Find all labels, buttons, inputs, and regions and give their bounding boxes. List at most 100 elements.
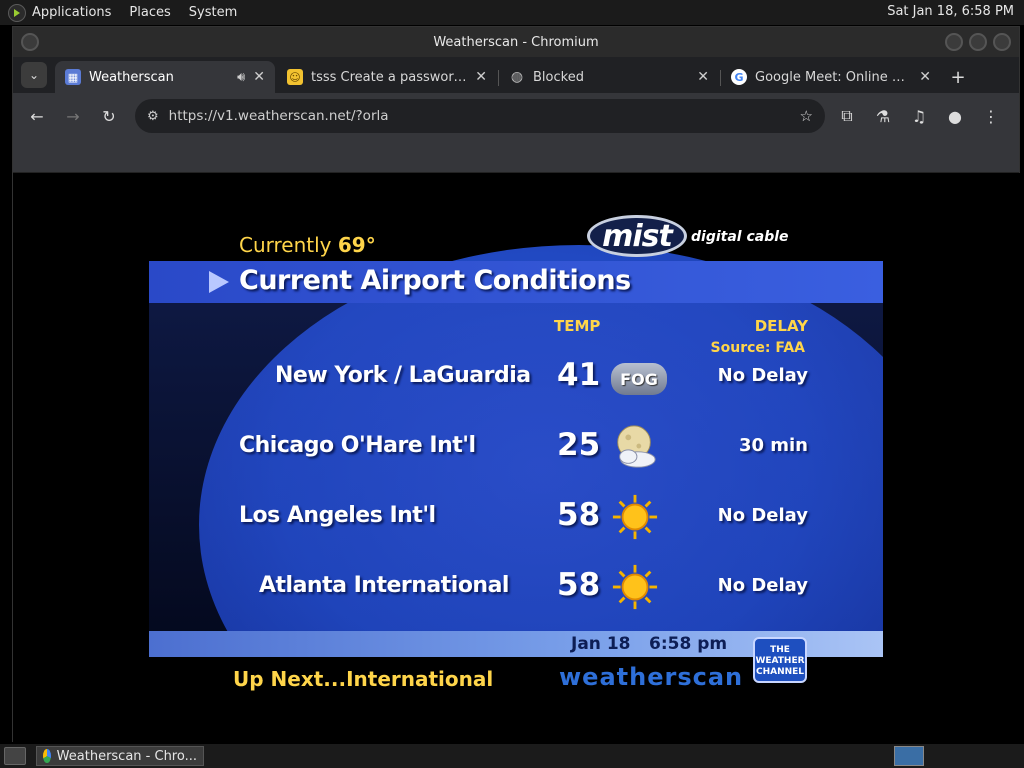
weatherscan-brand: weatherscan bbox=[559, 663, 744, 691]
play-arrow-icon bbox=[209, 271, 229, 293]
speaker-icon[interactable]: 🔊︎ bbox=[237, 70, 245, 85]
browser-window: Weatherscan - Chromium ⌄ ▦ Weatherscan 🔊… bbox=[12, 26, 1021, 743]
window-menu-button[interactable] bbox=[21, 33, 39, 51]
extensions-button[interactable]: ⧉ bbox=[831, 100, 863, 132]
panel-clock[interactable]: Sat Jan 18, 6:58 PM bbox=[887, 4, 1014, 19]
airport-row: Los Angeles Int'l 58 No Delay bbox=[149, 493, 883, 543]
show-desktop-button[interactable] bbox=[4, 747, 26, 765]
reload-icon: ↻ bbox=[102, 106, 116, 126]
up-next-label: Up Next...International bbox=[233, 667, 494, 691]
currently-value: 69° bbox=[337, 233, 376, 257]
mist-logo-text: mist bbox=[602, 218, 673, 254]
airport-row: New York / LaGuardia 41 FOG No Delay bbox=[149, 353, 883, 403]
site-settings-icon[interactable]: ⚙︎ bbox=[147, 109, 159, 124]
delay-header: DELAY bbox=[754, 317, 808, 335]
maximize-button[interactable] bbox=[969, 33, 987, 51]
tab-google-meet[interactable]: G Google Meet: Online Web ✕ bbox=[721, 61, 941, 93]
bottom-taskbar: Weatherscan - Chro... bbox=[0, 744, 1024, 768]
airport-row: Atlanta International 58 No Delay bbox=[149, 563, 883, 613]
weather-channel-logo: THE WEATHER CHANNEL bbox=[753, 637, 807, 683]
media-controls-button[interactable]: ♫ bbox=[903, 100, 935, 132]
close-tab-icon[interactable]: ✕ bbox=[253, 69, 265, 85]
tab-create-password[interactable]: ☺ tsss Create a password-p ✕ bbox=[277, 61, 499, 93]
menu-places[interactable]: Places bbox=[129, 5, 170, 20]
bookmark-star-icon[interactable]: ☆ bbox=[800, 107, 813, 125]
temp-header: TEMP bbox=[554, 317, 601, 335]
kebab-menu-icon: ⋮ bbox=[983, 106, 999, 126]
globe-icon: ◍ bbox=[510, 69, 524, 85]
mist-logo: mist bbox=[587, 215, 687, 257]
emoji-favicon-icon: ☺ bbox=[287, 69, 303, 85]
close-window-button[interactable] bbox=[993, 33, 1011, 51]
workspace-switcher[interactable] bbox=[894, 746, 924, 766]
top-panel: Applications Places System Sat Jan 18, 6… bbox=[0, 0, 1024, 25]
reload-button[interactable]: ↻ bbox=[93, 100, 125, 132]
airport-temp: 25 bbox=[557, 427, 601, 463]
fog-icon: FOG bbox=[611, 353, 667, 403]
sponsor-tagline: digital cable bbox=[691, 229, 789, 245]
airport-row: Chicago O'Hare Int'l 25 30 min bbox=[149, 423, 883, 473]
tab-search-button[interactable]: ⌄ bbox=[21, 62, 47, 88]
tab-title: Google Meet: Online Web bbox=[755, 69, 912, 85]
menu-system[interactable]: System bbox=[189, 5, 237, 20]
airport-delay: No Delay bbox=[717, 505, 808, 526]
airport-name: Atlanta International bbox=[259, 573, 509, 598]
close-tab-icon[interactable]: ✕ bbox=[475, 69, 487, 85]
window-title: Weatherscan - Chromium bbox=[433, 34, 599, 50]
airport-name: Chicago O'Hare Int'l bbox=[239, 433, 476, 458]
tab-strip: ⌄ ▦ Weatherscan 🔊︎ ✕ ☺ tsss Create a pas… bbox=[13, 57, 1019, 93]
media-queue-icon: ♫ bbox=[911, 106, 927, 126]
page-viewport[interactable]: Currently 69° mist digital cable Current… bbox=[13, 173, 1021, 743]
back-button[interactable]: ← bbox=[21, 100, 53, 132]
chevron-down-icon: ⌄ bbox=[28, 68, 40, 82]
weatherscan-favicon-icon: ▦ bbox=[65, 69, 81, 85]
airport-temp: 58 bbox=[557, 567, 601, 603]
close-tab-icon[interactable]: ✕ bbox=[919, 69, 931, 85]
sun-icon bbox=[611, 563, 661, 613]
airport-delay: 30 min bbox=[738, 435, 808, 456]
moon-cloud-icon bbox=[611, 423, 661, 473]
airport-name: New York / LaGuardia bbox=[275, 363, 531, 388]
url-text[interactable]: https://v1.weatherscan.net/?orla bbox=[169, 108, 800, 124]
taskbar-window-button[interactable]: Weatherscan - Chro... bbox=[36, 746, 204, 766]
browser-toolbar: ← → ↻ ⚙︎ https://v1.weatherscan.net/?orl… bbox=[13, 93, 1019, 139]
minimize-button[interactable] bbox=[945, 33, 963, 51]
airport-delay: No Delay bbox=[717, 575, 808, 596]
fog-label: FOG bbox=[611, 363, 667, 395]
arrow-left-icon: ← bbox=[30, 106, 44, 126]
toolbar-spacer bbox=[13, 139, 1019, 173]
new-tab-button[interactable]: + bbox=[943, 61, 973, 93]
airport-temp: 41 bbox=[557, 357, 601, 393]
taskbar-window-label: Weatherscan - Chro... bbox=[56, 748, 197, 764]
sun-icon bbox=[611, 493, 661, 543]
plus-icon: + bbox=[950, 66, 966, 88]
tab-title: Weatherscan bbox=[89, 69, 174, 85]
menu-applications[interactable]: Applications bbox=[32, 5, 111, 20]
google-favicon-icon: G bbox=[731, 69, 747, 85]
menu-button[interactable]: ⋮ bbox=[975, 100, 1007, 132]
table-header: TEMP DELAY bbox=[149, 317, 883, 335]
window-titlebar[interactable]: Weatherscan - Chromium bbox=[13, 27, 1019, 57]
currently-label: Currently bbox=[239, 233, 332, 257]
address-bar[interactable]: ⚙︎ https://v1.weatherscan.net/?orla ☆ bbox=[135, 99, 825, 133]
tab-title: Blocked bbox=[533, 69, 584, 85]
forward-button[interactable]: → bbox=[57, 100, 89, 132]
tab-weatherscan[interactable]: ▦ Weatherscan 🔊︎ ✕ bbox=[55, 61, 275, 93]
airport-temp: 58 bbox=[557, 497, 601, 533]
ws-time: 6:58 pm bbox=[649, 634, 728, 654]
flask-icon: ⚗︎ bbox=[875, 106, 891, 126]
weatherscan-screen: Currently 69° mist digital cable Current… bbox=[149, 185, 883, 735]
close-tab-icon[interactable]: ✕ bbox=[697, 69, 709, 85]
ws-date: Jan 18 bbox=[571, 634, 631, 654]
airport-name: Los Angeles Int'l bbox=[239, 503, 436, 528]
currently-temp: Currently 69° bbox=[239, 233, 376, 257]
person-icon: ● bbox=[948, 106, 962, 126]
arrow-right-icon: → bbox=[66, 106, 80, 126]
puzzle-icon: ⧉ bbox=[841, 106, 853, 125]
labs-button[interactable]: ⚗︎ bbox=[867, 100, 899, 132]
airport-delay: No Delay bbox=[717, 365, 808, 386]
profile-button[interactable]: ● bbox=[939, 100, 971, 132]
chromium-icon bbox=[43, 749, 51, 763]
tab-blocked[interactable]: ◍ Blocked ✕ bbox=[499, 61, 721, 93]
distro-logo-icon[interactable] bbox=[8, 3, 26, 22]
